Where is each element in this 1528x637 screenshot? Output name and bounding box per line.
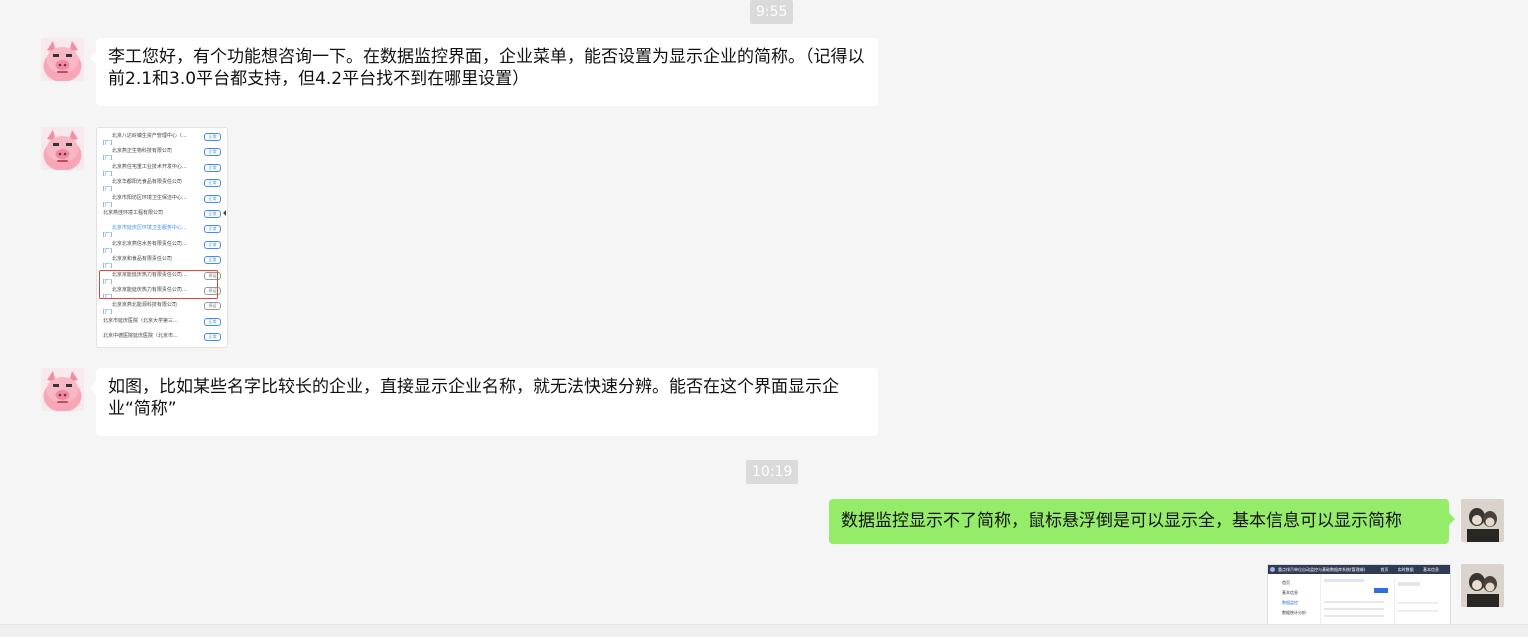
company-name: 北京华都阳光食品有限责任公司 (111, 179, 182, 186)
self-avatar[interactable] (1461, 499, 1504, 542)
company-list-row: [厂]北京市延庆区环境卫生服务中心... 正常 (103, 221, 221, 238)
sender-avatar-pig[interactable] (41, 368, 84, 411)
thumb-sidebar-item: 数据监控 (1282, 600, 1298, 605)
company-name: 北京市延庆医院（北京大学第三... (103, 317, 178, 324)
pig-avatar-icon (41, 368, 84, 411)
company-list-row: [厂]北京京和食品有限责任公司 正常 (103, 252, 221, 269)
company-list-row: [厂]北京燕正生物科技有限公司 正常 (103, 144, 221, 161)
self-avatar[interactable] (1461, 564, 1504, 607)
status-badge: 停运 (204, 302, 221, 311)
message-text-1: 李工您好，有个功能想咨询一下。在数据监控界面，企业菜单，能否设置为显示企业的简称… (108, 47, 865, 89)
company-list-row: [厂]北京燕住宅重工业技术开发中心... 正常 (103, 160, 221, 177)
status-badge: 正常 (204, 225, 221, 234)
thumb-title: 重点排污单位自动监控与基础数据库系统(管理端) (1278, 567, 1366, 572)
sender-avatar-pig[interactable] (41, 127, 84, 170)
pig-avatar-icon (41, 38, 84, 81)
status-badge: 正常 (204, 148, 221, 157)
company-list-row: [厂]北京华都阳光食品有限责任公司 正常 (103, 175, 221, 192)
photo-avatar-icon (1461, 564, 1504, 607)
thumb-tab: 基本信息 (1422, 567, 1439, 572)
sender-avatar-pig[interactable] (41, 38, 84, 81)
pig-avatar-icon (41, 127, 84, 170)
message-text-3: 如图，比如某些名字比较长的企业，直接显示企业名称，就无法快速分辨。能否在这个界面… (108, 377, 839, 419)
thumb-tab: 首页 (1380, 567, 1389, 572)
thumb-header: 重点排污单位自动监控与基础数据库系统(管理端) 首页 实时数据 基本信息 (1268, 565, 1450, 574)
company-name: 北京燕佳环境工程有限公司 (103, 210, 164, 216)
thumb-sidebar: 首页 基本信息 数据监控 数据统计分析 (1268, 574, 1321, 629)
message-bubble-4[interactable]: 数据监控显示不了简称，鼠标悬浮倒是可以显示全，基本信息可以显示简称 (829, 499, 1455, 544)
thumb-sidebar-item: 首页 (1282, 580, 1290, 585)
status-badge: 正常 (204, 256, 221, 265)
image-message-company-list[interactable]: [厂]北京八达岭镇生资产管理中心（... 正常 [厂]北京燕正生物科技有限公司 正常[… (96, 127, 228, 348)
company-name: 北京燕住宅重工业技术开发中心... (111, 163, 187, 170)
message-bubble-3[interactable]: 如图，比如某些名字比较长的企业，直接显示企业名称，就无法快速分辨。能否在这个界面… (90, 368, 878, 436)
status-badge: 正常 (204, 133, 221, 141)
thumb-logo-icon (1270, 567, 1275, 572)
collapse-arrow-icon (223, 210, 226, 216)
company-name: 北京八达岭镇生资产管理中心（... (111, 133, 187, 139)
company-list-row: 北京燕佳环境工程有限公司 正常 (103, 206, 221, 221)
company-list-row: 北京市延庆医院（北京大学第三... 正常 (103, 314, 221, 329)
thumb-content (1324, 579, 1390, 627)
company-list-row: [厂]北京北京燕信水务有限责任公司... 正常 (103, 237, 221, 254)
company-name: 北京中德医院延庆医院（北京市... (103, 333, 178, 340)
highlight-box (99, 270, 218, 299)
message-bubble-1[interactable]: 李工您好，有个功能想咨询一下。在数据监控界面，企业菜单，能否设置为显示企业的简称… (90, 38, 878, 106)
company-name: 北京京燕北能源科技有限公司 (111, 302, 177, 309)
status-badge: 正常 (204, 163, 221, 172)
status-badge: 正常 (204, 333, 221, 342)
company-list-row: [厂]北京八达岭镇生资产管理中心（... 正常 (103, 129, 221, 146)
input-area-edge[interactable] (0, 624, 1528, 637)
photo-avatar-icon (1461, 499, 1504, 542)
thumb-sidebar-item: 基本信息 (1282, 590, 1298, 595)
company-name: 北京燕正生物科技有限公司 (111, 148, 172, 155)
thumb-tab: 实时数据 (1397, 567, 1414, 572)
company-list-row: [厂]北京京燕北能源科技有限公司 停运 (103, 298, 221, 315)
status-badge: 正常 (204, 210, 221, 218)
company-name: 北京京和食品有限责任公司 (111, 256, 172, 263)
status-badge: 正常 (204, 240, 221, 249)
thumb-sidebar-item: 数据统计分析 (1282, 610, 1306, 615)
image-message-screenshot[interactable]: 重点排污单位自动监控与基础数据库系统(管理端) 首页 实时数据 基本信息 首页 … (1267, 564, 1451, 630)
thumb-right-panel (1394, 579, 1447, 627)
status-badge: 正常 (204, 194, 221, 203)
company-name: 北京市阳坊区环境卫生保洁中心... (111, 194, 187, 201)
company-name: 北京北京燕信水务有限责任公司... (111, 240, 187, 247)
message-text-4: 数据监控显示不了简称，鼠标悬浮倒是可以显示全，基本信息可以显示简称 (841, 511, 1402, 531)
company-list-row: 北京中德医院延庆医院（北京市... 正常 (103, 329, 221, 344)
company-list-row: [厂]北京市阳坊区环境卫生保洁中心... 正常 (103, 191, 221, 208)
status-badge: 正常 (204, 179, 221, 188)
timestamp-1: 9:55 (750, 0, 794, 24)
timestamp-2: 10:19 (746, 460, 799, 484)
status-badge: 正常 (204, 317, 221, 326)
company-name: 北京市延庆区环境卫生服务中心... (111, 225, 187, 232)
